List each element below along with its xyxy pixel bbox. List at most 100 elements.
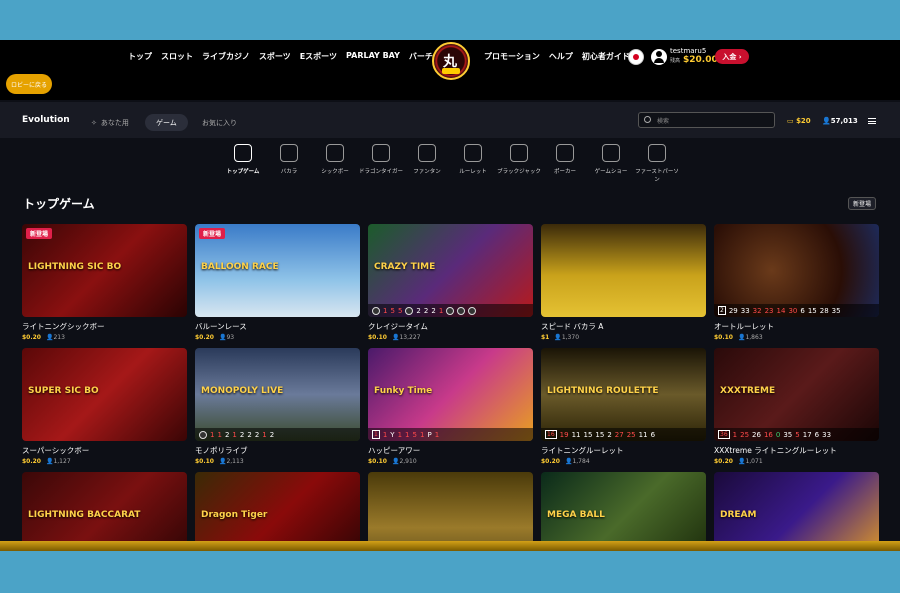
tab-games[interactable]: ゲーム bbox=[145, 114, 188, 131]
recent-results: 11Y1151P1 bbox=[368, 428, 533, 441]
game-meta: $0.20 👤1,071 bbox=[714, 458, 879, 465]
thumbnail-title: Funky Time bbox=[374, 386, 433, 396]
nav-item[interactable]: プロモーション bbox=[484, 51, 540, 62]
deposit-button[interactable]: 入金 › bbox=[715, 49, 749, 64]
menu-icon[interactable] bbox=[868, 118, 876, 124]
min-bet: $1 bbox=[541, 334, 550, 341]
result-value: 2 bbox=[718, 306, 726, 315]
game-thumbnail[interactable]: 新登場 LIGHTNING SIC BO bbox=[22, 224, 187, 317]
thumbnail-title: DREAM bbox=[720, 510, 757, 520]
result-value: 15 bbox=[807, 306, 817, 315]
result-value: 6 bbox=[800, 306, 805, 315]
game-card[interactable] bbox=[368, 472, 533, 551]
category-label: ルーレット bbox=[459, 169, 487, 175]
game-card[interactable]: 新登場 LIGHTNING SIC BO ライトニングシックボー $0.20 👤213 bbox=[22, 224, 187, 341]
user-avatar-icon[interactable] bbox=[651, 49, 667, 65]
result-value: 6 bbox=[814, 430, 820, 439]
game-card[interactable]: LIGHTNING BACCARATライトニングバカラ bbox=[22, 472, 187, 551]
game-thumbnail[interactable]: CRAZY TIME 1 5 5 2 2 2 1 bbox=[368, 224, 533, 317]
back-to-lobby-button[interactable]: ロビーに戻る bbox=[6, 74, 52, 94]
game-card[interactable]: MONOPOLY LIVE 1 1 2 1 2 2 2 1 2 モノポリライブ $0.10 👤2,113 bbox=[195, 348, 360, 465]
game-card[interactable]: DREAM bbox=[714, 472, 879, 551]
player-count: 👤1,784 bbox=[564, 458, 590, 465]
category-gameshow[interactable]: ゲームショー bbox=[588, 144, 634, 183]
tab-favorites[interactable]: お気に入り bbox=[202, 114, 237, 131]
cards-icon bbox=[280, 144, 298, 162]
nav-item[interactable]: トップ bbox=[128, 51, 152, 62]
nav-item[interactable]: 初心者ガイド bbox=[582, 51, 630, 62]
min-bet: $0.10 bbox=[368, 334, 387, 341]
game-thumbnail[interactable]: DREAM bbox=[714, 472, 879, 551]
min-bet: $0.20 bbox=[714, 458, 733, 465]
game-thumbnail[interactable]: SUPER SIC BO bbox=[22, 348, 187, 441]
game-thumbnail[interactable]: MEGA BALL bbox=[541, 472, 706, 551]
result-value: 35 bbox=[831, 306, 841, 315]
site-logo-icon[interactable]: 丸 bbox=[432, 42, 470, 80]
game-card[interactable]: XXXTREME 36 1 25 26 16 0 35 5 17 6 33 XXXtreme ライトニン… bbox=[714, 348, 879, 465]
result-value: 2 bbox=[423, 306, 429, 315]
thumbnail-title: CRAZY TIME bbox=[374, 262, 436, 272]
game-meta: $1 👤1,370 bbox=[541, 334, 706, 341]
game-name: ハッピーアワー bbox=[368, 446, 421, 455]
category-cards[interactable]: バカラ bbox=[266, 144, 312, 183]
game-grid: 新登場 LIGHTNING SIC BO ライトニングシックボー $0.20 👤213 新… bbox=[22, 224, 879, 551]
game-thumbnail[interactable]: Funky Time 1 1 Y 1 1 5 1 P 1 bbox=[368, 348, 533, 441]
game-meta: $0.10 👤1,863 bbox=[714, 334, 879, 341]
japan-flag-icon[interactable] bbox=[628, 49, 644, 65]
bottom-gold-strip bbox=[0, 541, 900, 551]
new-games-button[interactable]: 新登場 bbox=[848, 197, 876, 210]
category-roulette[interactable]: ルーレット bbox=[450, 144, 496, 183]
game-card[interactable]: Dragon Tigerドラゴンタイガー bbox=[195, 472, 360, 551]
category-fantan[interactable]: ファンタン bbox=[404, 144, 450, 183]
game-card[interactable]: Funky Time 1 1 Y 1 1 5 1 P 1 ハッピーアワー $0.10 👤2,910 bbox=[368, 348, 533, 465]
result-dot bbox=[199, 430, 207, 439]
game-card[interactable]: 新登場 BALLOON RACE バルーンレース $0.20 👤93 bbox=[195, 224, 360, 341]
game-thumbnail[interactable] bbox=[368, 472, 533, 551]
game-card[interactable]: SUPER SIC BO スーパーシックボー $0.20 👤1,127 bbox=[22, 348, 187, 465]
nav-item[interactable]: スロット bbox=[161, 51, 193, 62]
game-card[interactable]: CRAZY TIME 1 5 5 2 2 2 1 クレイジータイム $0.10 👤13,227 bbox=[368, 224, 533, 341]
recent-results: 1552221 bbox=[368, 304, 533, 317]
app-frame: トップ スロット ライブカジノ スポーツ Eスポーツ PARLAY BAY バーチャル 丸 … bbox=[0, 40, 900, 551]
username: testmaru5 bbox=[670, 47, 707, 55]
game-card[interactable]: MEGA BALL bbox=[541, 472, 706, 551]
game-thumbnail[interactable]: Dragon Tiger bbox=[195, 472, 360, 551]
game-card[interactable]: スピード バカラ A $1 👤1,370 bbox=[541, 224, 706, 341]
result-dot bbox=[446, 306, 455, 315]
game-thumbnail[interactable]: 新登場 BALLOON RACE bbox=[195, 224, 360, 317]
search-input[interactable]: 検索 bbox=[638, 112, 775, 128]
game-thumbnail[interactable]: LIGHTNING ROULETTE 16 19 11 15 15 2 27 25 11 6 bbox=[541, 348, 706, 441]
game-thumbnail[interactable] bbox=[541, 224, 706, 317]
podium-icon bbox=[234, 144, 252, 162]
game-thumbnail[interactable]: XXXTREME 36 1 25 26 16 0 35 5 17 6 33 bbox=[714, 348, 879, 441]
game-name: スピード バカラ A bbox=[541, 322, 604, 331]
dragon-icon bbox=[372, 144, 390, 162]
result-value: 1 bbox=[732, 430, 738, 439]
result-value: 32 bbox=[752, 306, 762, 315]
result-value: 1 bbox=[372, 430, 380, 439]
nav-item[interactable]: ヘルプ bbox=[549, 51, 573, 62]
game-card[interactable]: LIGHTNING ROULETTE 16 19 11 15 15 2 27 25 11 6 ライトニ… bbox=[541, 348, 706, 465]
category-podium[interactable]: トップゲーム bbox=[220, 144, 266, 183]
provider-balance: ▭ $20 bbox=[787, 117, 811, 125]
nav-item[interactable]: ライブカジノ bbox=[202, 51, 250, 62]
balance-label: 残高 bbox=[670, 58, 681, 64]
category-dice[interactable]: シックボー bbox=[312, 144, 358, 183]
category-dragon[interactable]: ドラゴンタイガー bbox=[358, 144, 404, 183]
game-card[interactable]: 2 29 33 32 23 14 30 6 15 28 35 オートルーレット $0.10 👤1,863 bbox=[714, 224, 879, 341]
category-blackjack[interactable]: ブラックジャック bbox=[496, 144, 542, 183]
category-poker[interactable]: ポーカー bbox=[542, 144, 588, 183]
game-thumbnail[interactable]: LIGHTNING BACCARAT bbox=[22, 472, 187, 551]
category-firstperson[interactable]: ファーストパーソン bbox=[634, 144, 680, 183]
game-thumbnail[interactable]: 2 29 33 32 23 14 30 6 15 28 35 bbox=[714, 224, 879, 317]
nav-item[interactable]: Eスポーツ bbox=[300, 51, 337, 62]
category-label: トップゲーム bbox=[226, 169, 260, 175]
game-name: オートルーレット bbox=[714, 322, 774, 331]
result-value: 19 bbox=[559, 430, 569, 439]
evolution-logo[interactable]: Evolution bbox=[22, 115, 70, 125]
nav-item[interactable]: スポーツ bbox=[259, 51, 291, 62]
nav-item[interactable]: PARLAY BAY bbox=[346, 51, 400, 62]
tab-for-you[interactable]: ✧ あなた用 bbox=[91, 114, 129, 131]
result-value: 11 bbox=[571, 430, 581, 439]
game-thumbnail[interactable]: MONOPOLY LIVE 1 1 2 1 2 2 2 1 2 bbox=[195, 348, 360, 441]
